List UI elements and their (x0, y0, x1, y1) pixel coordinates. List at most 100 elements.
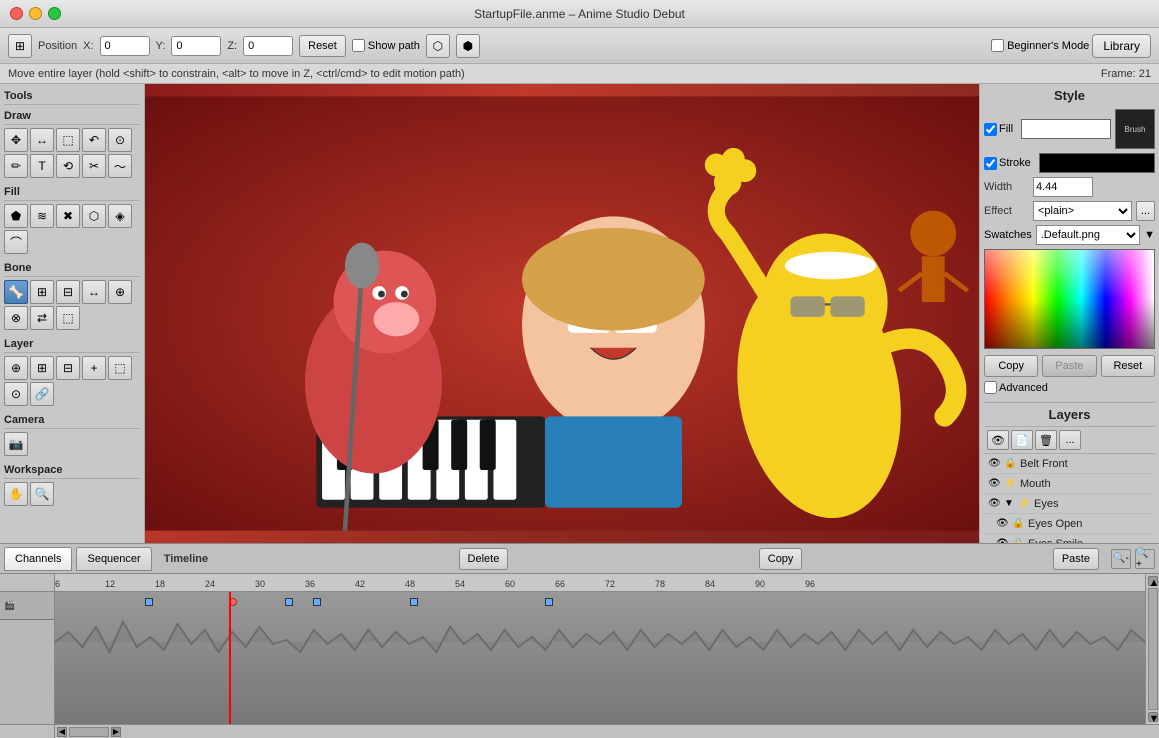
camera-tool[interactable]: 📷 (4, 432, 28, 456)
gradient-tool[interactable]: ≋ (30, 204, 54, 228)
paste-button[interactable]: Paste (1042, 355, 1096, 377)
fill-checkbox-label[interactable]: Fill (984, 123, 1013, 136)
hand-tool[interactable]: ✋ (4, 482, 28, 506)
sequencer-tab[interactable]: Sequencer (76, 547, 151, 571)
layer-belt-front[interactable]: 👁 🔒 Belt Front (984, 454, 1155, 474)
reset-button[interactable]: Reset (1101, 355, 1155, 377)
nav-icon-1[interactable]: ⬡ (426, 34, 450, 58)
keyframe-dot[interactable] (285, 598, 293, 606)
scroll-right-btn[interactable]: ▶ (111, 727, 121, 737)
bone-bind-tool[interactable]: ⇄ (30, 306, 54, 330)
color-gradient[interactable] (984, 249, 1155, 349)
freehand-tool[interactable]: ⟲ (56, 154, 80, 178)
layer-link-tool[interactable]: 🔗 (30, 382, 54, 406)
bone-add-tool[interactable]: ⊞ (30, 280, 54, 304)
timeline-content[interactable]: 6 12 18 24 30 36 42 48 54 60 66 72 78 84… (55, 574, 1145, 724)
erase-tool[interactable]: ✖ (56, 204, 80, 228)
layer-visibility-btn[interactable]: 👁 (987, 430, 1009, 450)
layer-scale-tool[interactable]: ⊞ (30, 356, 54, 380)
advanced-checkbox[interactable] (984, 381, 997, 394)
rotate-tool[interactable]: ↶ (82, 128, 106, 152)
library-button[interactable]: Library (1092, 34, 1151, 58)
delete-button[interactable]: Delete (459, 548, 509, 570)
width-input[interactable] (1033, 177, 1093, 197)
layer-expand-icon[interactable]: ▼ (1004, 498, 1016, 509)
nav-icon-2[interactable]: ⬢ (456, 34, 480, 58)
effect-options-button[interactable]: ... (1136, 201, 1155, 221)
scroll-down-btn[interactable]: ▼ (1148, 712, 1158, 722)
bone-translate-tool[interactable]: ↔ (82, 280, 106, 304)
beginner-mode-checkbox[interactable]: Beginner's Mode (991, 39, 1089, 52)
bone-remove-tool[interactable]: ⊟ (56, 280, 80, 304)
keyframe-dot[interactable] (313, 598, 321, 606)
keyframe-dot[interactable] (545, 598, 553, 606)
show-path-checkbox[interactable]: Show path (352, 39, 420, 52)
layer-eyes-smile[interactable]: 👁 🔒 Eyes Smile (984, 534, 1155, 543)
playhead[interactable] (229, 592, 231, 724)
warp-tool[interactable]: 〜 (108, 154, 132, 178)
stroke-tool[interactable]: ◈ (108, 204, 132, 228)
bone-weight-tool[interactable]: ⬚ (56, 306, 80, 330)
copy-button[interactable]: Copy (759, 548, 803, 570)
reset-button[interactable]: Reset (299, 35, 346, 57)
layer-delete-btn[interactable]: 🗑 (1035, 430, 1057, 450)
keyframe-dot[interactable] (145, 598, 153, 606)
bone-scale-tool[interactable]: ⊗ (4, 306, 28, 330)
fill-tool[interactable]: ⬟ (4, 204, 28, 228)
paste-button[interactable]: Paste (1053, 548, 1099, 570)
select-tool[interactable]: ⬚ (56, 128, 80, 152)
layer-rotate-tool[interactable]: ⊟ (56, 356, 80, 380)
pen-tool[interactable]: ✏ (4, 154, 28, 178)
keyframe-dot[interactable] (410, 598, 418, 606)
canvas-area[interactable]: ⏮ ⏪ ◀ ▶ ▶| ⏩ ⏭ Frame of 🔊 (145, 84, 979, 543)
scale-tool[interactable]: ↔ (30, 128, 54, 152)
layer-eyes-open[interactable]: 👁 🔒 Eyes Open (984, 514, 1155, 534)
close-button[interactable] (10, 7, 23, 20)
scroll-up-btn[interactable]: ▲ (1148, 576, 1158, 586)
scroll-thumb[interactable] (1148, 588, 1158, 710)
stroke-color-swatch[interactable] (1039, 153, 1155, 173)
layer-mouth[interactable]: 👁 ⚡ Mouth (984, 474, 1155, 494)
fill-checkbox[interactable] (984, 123, 997, 136)
y-input[interactable] (171, 36, 221, 56)
position-icon-btn[interactable]: ⊞ (8, 34, 32, 58)
layer-add-btn[interactable]: 📄 (1011, 430, 1033, 450)
layer-add-tool[interactable]: + (82, 356, 106, 380)
layer-translate-tool[interactable]: ⊕ (4, 356, 28, 380)
zoom-out-button[interactable]: 🔍- (1111, 549, 1131, 569)
layer-orbit-tool[interactable]: ⊙ (4, 382, 28, 406)
stroke-checkbox[interactable] (984, 157, 997, 170)
channels-tab[interactable]: Channels (4, 547, 72, 571)
layer-select-tool[interactable]: ⬚ (108, 356, 132, 380)
stroke-checkbox-label[interactable]: Stroke (984, 157, 1031, 170)
minimize-button[interactable] (29, 7, 42, 20)
advanced-label[interactable]: Advanced (984, 381, 1048, 394)
layer-options-btn[interactable]: ... (1059, 430, 1081, 450)
swatches-select[interactable]: .Default.png (1036, 225, 1140, 245)
bone-select-tool[interactable]: 🦴 (4, 280, 28, 304)
fill-color-swatch[interactable] (1021, 119, 1111, 139)
layer-eyes[interactable]: 👁 ▼ ⚡ Eyes (984, 494, 1155, 514)
z-input[interactable] (243, 36, 293, 56)
translate-tool[interactable]: ✥ (4, 128, 28, 152)
scissors-tool[interactable]: ✂ (82, 154, 106, 178)
bone-rotate-tool[interactable]: ⊕ (108, 280, 132, 304)
zoom-tool[interactable]: 🔍 (30, 482, 54, 506)
x-input[interactable] (100, 36, 150, 56)
show-path-input[interactable] (352, 39, 365, 52)
scroll-hthumb[interactable] (69, 727, 109, 737)
scroll-left-btn[interactable]: ◀ (57, 727, 67, 737)
swatches-dropdown-icon[interactable]: ▼ (1144, 229, 1155, 241)
horizontal-scrollbar-area: ◀ ▶ (0, 724, 1159, 738)
vertical-scrollbar[interactable]: ▲ ▼ (1145, 574, 1159, 724)
shape-tool[interactable]: ⬡ (82, 204, 106, 228)
zoom-in-button[interactable]: 🔍+ (1135, 549, 1155, 569)
horizontal-scrollbar[interactable]: ◀ ▶ (55, 725, 1159, 738)
text-tool[interactable]: T (30, 154, 54, 178)
beginner-mode-input[interactable] (991, 39, 1004, 52)
curve-tool[interactable]: ⌒ (4, 230, 28, 254)
maximize-button[interactable] (48, 7, 61, 20)
effect-select[interactable]: <plain> (1033, 201, 1132, 221)
orbit-tool[interactable]: ⊙ (108, 128, 132, 152)
copy-button[interactable]: Copy (984, 355, 1038, 377)
